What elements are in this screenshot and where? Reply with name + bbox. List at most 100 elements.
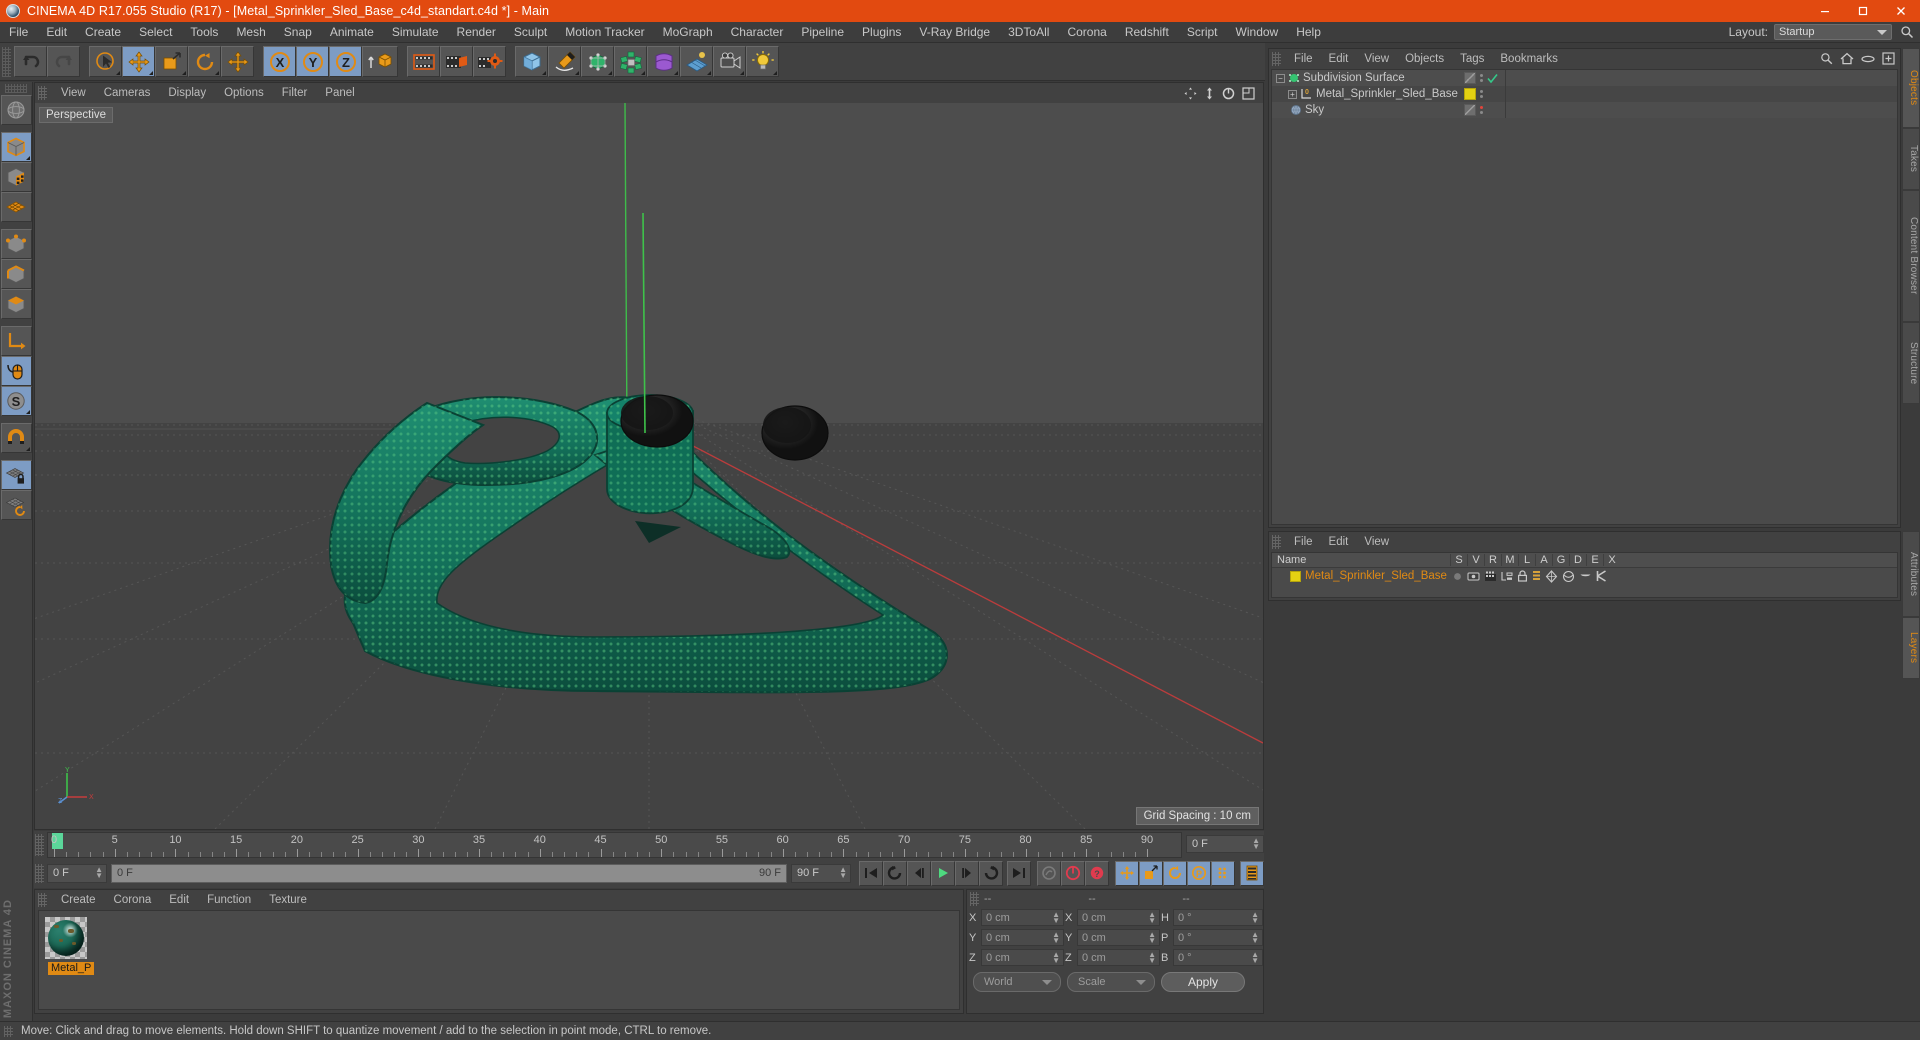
size-z-input[interactable]: 0 cm ▲ ▼ bbox=[1077, 949, 1160, 966]
position-y-input[interactable]: 0 cm ▲ ▼ bbox=[981, 929, 1064, 946]
rotation-b-input[interactable]: 0 ° ▲ ▼ bbox=[1173, 949, 1263, 966]
expressions-icon[interactable] bbox=[1579, 571, 1592, 581]
spinner-icon[interactable]: ▲ ▼ bbox=[1148, 950, 1156, 964]
enable-toggle-dots[interactable] bbox=[1480, 106, 1483, 114]
object-menu-bookmarks[interactable]: Bookmarks bbox=[1492, 53, 1566, 65]
pan-icon[interactable] bbox=[1184, 87, 1197, 100]
redo-button[interactable] bbox=[47, 46, 80, 77]
object-row-metal-sprinkler-sled-base[interactable]: + 0 Metal_Sprinkler_Sled_Base bbox=[1272, 86, 1897, 102]
go-to-next-key-button[interactable] bbox=[979, 860, 1003, 886]
size-y-input[interactable]: 0 cm ▲ ▼ bbox=[1077, 929, 1160, 946]
add-spline-button[interactable] bbox=[548, 46, 581, 77]
viewport-menu-options[interactable]: Options bbox=[215, 87, 273, 99]
apply-button[interactable]: Apply bbox=[1161, 972, 1245, 992]
layer-manager-grip[interactable] bbox=[1272, 535, 1281, 549]
texture-mode-button[interactable] bbox=[0, 162, 32, 192]
menu-item-sculpt[interactable]: Sculpt bbox=[505, 22, 556, 43]
spinner-icon[interactable]: ▲ ▼ bbox=[1148, 930, 1156, 944]
material-menu-edit[interactable]: Edit bbox=[160, 894, 198, 906]
spinner-icon[interactable]: ▲ ▼ bbox=[1052, 930, 1060, 944]
add-generator-button[interactable] bbox=[581, 46, 614, 77]
visible-icon[interactable] bbox=[1467, 571, 1480, 582]
generators-icon[interactable] bbox=[1545, 569, 1558, 583]
menu-item-corona[interactable]: Corona bbox=[1058, 22, 1115, 43]
live-selection-button[interactable] bbox=[89, 46, 122, 77]
menu-item-vray-bridge[interactable]: V-Ray Bridge bbox=[910, 22, 999, 43]
step-forward-button[interactable] bbox=[955, 860, 979, 886]
toolbar-grip[interactable] bbox=[2, 46, 11, 77]
rotation-key-button[interactable] bbox=[1163, 860, 1187, 886]
object-menu-edit[interactable]: Edit bbox=[1321, 53, 1357, 65]
timeline-current-frame-field[interactable]: 0 F ▲ ▼ bbox=[1186, 835, 1264, 853]
eye-icon[interactable] bbox=[1861, 54, 1875, 64]
position-key-button[interactable] bbox=[1115, 860, 1139, 886]
3d-viewport[interactable]: Perspective Grid Spacing : 10 cm Y X Z bbox=[35, 103, 1263, 829]
minimize-button[interactable] bbox=[1806, 0, 1844, 22]
play-button[interactable] bbox=[931, 860, 955, 886]
x-axis-lock-button[interactable]: X bbox=[263, 46, 296, 77]
menu-item-pipeline[interactable]: Pipeline bbox=[792, 22, 853, 43]
material-manager-grip[interactable] bbox=[38, 892, 47, 907]
spinner-icon[interactable]: ▲ ▼ bbox=[1052, 910, 1060, 924]
add-scene-button[interactable] bbox=[680, 46, 713, 77]
search-icon[interactable] bbox=[1820, 52, 1833, 65]
maximize-view-icon[interactable] bbox=[1242, 86, 1255, 100]
viewport-grip[interactable] bbox=[38, 86, 47, 100]
use-model-tool-button[interactable] bbox=[0, 95, 32, 125]
menu-item-animate[interactable]: Animate bbox=[321, 22, 383, 43]
timeline-grip[interactable] bbox=[35, 834, 44, 856]
spinner-icon[interactable]: ▲ ▼ bbox=[1251, 910, 1259, 924]
position-x-input[interactable]: 0 cm ▲ ▼ bbox=[981, 909, 1064, 926]
menu-item-motion-tracker[interactable]: Motion Tracker bbox=[556, 22, 653, 43]
object-menu-file[interactable]: File bbox=[1286, 53, 1321, 65]
close-button[interactable] bbox=[1882, 0, 1920, 22]
menu-item-3dtoall[interactable]: 3DToAll bbox=[999, 22, 1058, 43]
spinner-icon[interactable]: ▲ ▼ bbox=[1251, 930, 1259, 944]
viewport-menu-cameras[interactable]: Cameras bbox=[95, 87, 160, 99]
magnet-button[interactable] bbox=[0, 423, 32, 453]
expand-collapse-icon[interactable]: − bbox=[1276, 73, 1285, 83]
viewport-menu-filter[interactable]: Filter bbox=[273, 87, 317, 99]
polygons-mode-button[interactable] bbox=[0, 289, 32, 319]
rotate-tool-button[interactable] bbox=[188, 46, 221, 77]
menu-item-snap[interactable]: Snap bbox=[275, 22, 321, 43]
left-toolbar-grip[interactable] bbox=[5, 84, 27, 93]
object-menu-tags[interactable]: Tags bbox=[1452, 53, 1492, 65]
object-manager-grip[interactable] bbox=[1272, 52, 1281, 66]
deformers-icon[interactable] bbox=[1562, 570, 1575, 583]
layer-color-swatch[interactable] bbox=[1290, 570, 1301, 582]
manager-icon[interactable] bbox=[1501, 571, 1513, 582]
scale-key-button[interactable] bbox=[1139, 860, 1163, 886]
rotate-view-icon[interactable] bbox=[1222, 87, 1235, 100]
point-level-animation-button[interactable] bbox=[1211, 860, 1235, 886]
menu-item-help[interactable]: Help bbox=[1287, 22, 1330, 43]
autokeying-button[interactable] bbox=[1061, 860, 1085, 886]
add-camera-button[interactable] bbox=[713, 46, 746, 77]
tab-structure[interactable]: Structure bbox=[1902, 322, 1920, 404]
tab-layers[interactable]: Layers bbox=[1902, 617, 1920, 679]
object-row-subdivision-surface[interactable]: − Subdivision Surface bbox=[1272, 70, 1897, 86]
viewport-solo-button[interactable] bbox=[0, 356, 32, 386]
move-axis-button[interactable] bbox=[221, 46, 254, 77]
expand-collapse-icon[interactable]: + bbox=[1288, 89, 1297, 99]
scale-tool-button[interactable] bbox=[155, 46, 188, 77]
layer-menu-edit[interactable]: Edit bbox=[1321, 536, 1357, 548]
menu-item-file[interactable]: File bbox=[0, 22, 37, 43]
object-menu-view[interactable]: View bbox=[1356, 53, 1397, 65]
render-icon[interactable] bbox=[1484, 571, 1497, 582]
lock-icon[interactable] bbox=[1517, 570, 1528, 582]
layer-menu-file[interactable]: File bbox=[1286, 536, 1321, 548]
enable-snap-button[interactable]: S bbox=[0, 386, 32, 416]
tab-objects[interactable]: Objects bbox=[1902, 48, 1920, 128]
enable-toggle-dots[interactable] bbox=[1480, 74, 1483, 82]
material-swatch[interactable]: Metal_P bbox=[45, 917, 95, 975]
maximize-button[interactable] bbox=[1844, 0, 1882, 22]
points-mode-button[interactable] bbox=[0, 229, 32, 259]
add-deformer-button[interactable] bbox=[647, 46, 680, 77]
menu-item-mograph[interactable]: MoGraph bbox=[654, 22, 722, 43]
spinner-icon[interactable]: ▲ ▼ bbox=[1251, 950, 1259, 964]
material-menu-texture[interactable]: Texture bbox=[260, 894, 316, 906]
visibility-tag-icon[interactable] bbox=[1464, 72, 1476, 84]
model-mode-button[interactable] bbox=[0, 132, 32, 162]
object-manager-tree[interactable]: − Subdivision Surface + 0 Metal_Sprinkle… bbox=[1271, 69, 1898, 525]
